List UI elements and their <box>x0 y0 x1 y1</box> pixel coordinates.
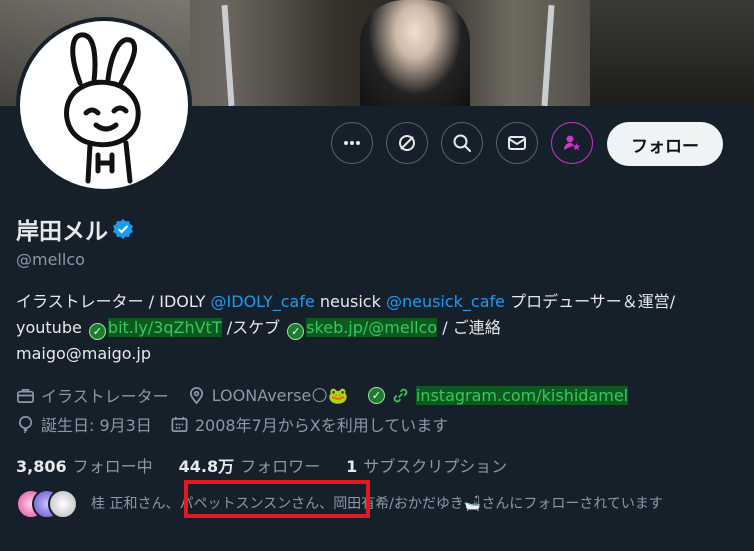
following-label: フォロー中 <box>72 457 153 476</box>
bio-link-skeb[interactable]: skeb.jp/@mellco <box>306 318 438 337</box>
bio-mention-idoly-cafe[interactable]: @IDOLY_cafe <box>211 292 315 311</box>
followers-label: フォロワー <box>240 457 321 476</box>
profile-meta-row-1: イラストレーター LOONAverse🌕🐸 ✓ instagram.com/ki… <box>16 383 646 407</box>
bio-text: イラストレーター / IDOLY <box>16 292 211 311</box>
meta-birthday: 誕生日: 9月3日 <box>16 412 152 436</box>
search-button[interactable] <box>441 122 483 164</box>
profile-bio: イラストレーター / IDOLY @IDOLY_cafe neusick @ne… <box>16 289 736 367</box>
meta-profession-label: イラストレーター <box>41 387 169 406</box>
meta-profession: イラストレーター <box>16 383 169 407</box>
message-button[interactable] <box>496 122 538 164</box>
followers-link[interactable]: 44.8万 フォロワー <box>179 453 321 477</box>
meta-birthday-label: 誕生日: 9月3日 <box>41 416 152 435</box>
subscribe-icon <box>564 135 581 151</box>
profile-name: 岸田メル <box>16 219 108 245</box>
meta-joined: 2008年7月からXを利用しています <box>170 412 448 436</box>
check-icon: ✓ <box>287 323 305 340</box>
bio-mention-neusick-cafe[interactable]: @neusick_cafe <box>386 292 505 311</box>
bio-text: /スケブ <box>221 318 286 337</box>
more-horizontal-icon <box>344 141 360 145</box>
highlight-box <box>184 480 370 518</box>
subscriptions-label: サブスクリプション <box>363 457 508 476</box>
profile-stats: 3,806 フォロー中 44.8万 フォロワー 1 サブスクリプション <box>16 453 533 477</box>
meta-website[interactable]: ✓ instagram.com/kishidamel <box>366 385 629 405</box>
banner-lightstick-right <box>541 4 555 106</box>
followers-count: 44.8万 <box>178 457 235 476</box>
link-icon <box>393 388 408 402</box>
subscriptions-link[interactable]: 1 サブスクリプション <box>346 453 507 477</box>
meta-website-link[interactable]: instagram.com/kishidamel <box>415 385 629 405</box>
following-count: 3,806 <box>16 457 67 476</box>
avatar <box>48 489 78 519</box>
meta-location: LOONAverse🌕🐸 <box>187 386 348 405</box>
banner-wall <box>590 0 754 106</box>
calendar-icon <box>171 416 188 432</box>
followed-by-name: 桂 正和さん、 <box>91 496 180 512</box>
more-button[interactable] <box>331 122 373 164</box>
briefcase-icon <box>17 388 34 403</box>
avatar[interactable] <box>16 17 192 193</box>
banner-lightstick-left <box>221 4 235 106</box>
bio-text: neusick <box>314 292 386 311</box>
balloon-icon <box>18 415 33 433</box>
profile-handle: @mellco <box>16 250 85 269</box>
subscriptions-count: 1 <box>346 457 358 476</box>
meta-location-label: LOONAverse🌕🐸 <box>211 385 348 405</box>
check-icon: ✓ <box>367 386 385 404</box>
profile-meta-row-2: 誕生日: 9月3日 2008年7月からXを利用しています <box>16 412 466 436</box>
bio-link-youtube[interactable]: bit.ly/3qZhVtT <box>107 318 222 337</box>
grok-button[interactable] <box>386 122 428 164</box>
verified-badge-icon[interactable] <box>112 218 134 240</box>
profile-name-row: 岸田メル <box>16 212 134 246</box>
bio-contact-email: maigo@maigo.jp <box>16 344 151 363</box>
grok-icon <box>399 135 415 151</box>
meta-joined-label: 2008年7月からXを利用しています <box>194 416 449 435</box>
subscribe-button[interactable] <box>551 122 593 164</box>
location-pin-icon <box>189 386 203 404</box>
check-icon: ✓ <box>88 323 106 340</box>
rabbit-icon <box>64 32 141 184</box>
avatar-image <box>20 21 188 189</box>
follow-button[interactable]: フォロー <box>607 122 723 166</box>
bio-text: / ご連絡 <box>437 318 501 337</box>
banner-person <box>360 0 470 106</box>
search-icon <box>453 134 471 152</box>
followed-by-name: 岡田有希/おかだゆき🛁さんにフォローされています <box>333 496 663 512</box>
following-link[interactable]: 3,806 フォロー中 <box>16 453 153 477</box>
mail-icon <box>508 136 526 150</box>
